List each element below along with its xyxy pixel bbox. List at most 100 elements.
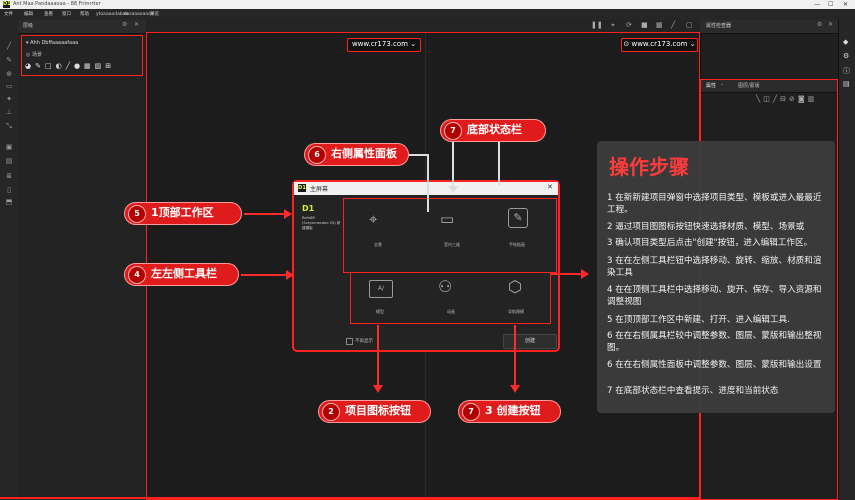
url-text: www.cr173.com <box>631 40 688 48</box>
brush-tool-icon[interactable]: ✦ <box>5 95 13 103</box>
properties-settings-icon[interactable]: ⚙ <box>817 21 822 28</box>
maximize-icon[interactable]: ☐ <box>828 0 833 9</box>
arrow-head <box>581 269 589 279</box>
callout-text: 1顶部工作区 <box>151 206 214 219</box>
callout-number: 2 <box>322 403 340 421</box>
steps-title: 操作步骤 <box>609 155 689 179</box>
properties-title: 属性检查器 <box>706 23 732 29</box>
step-item: 3 在在左侧工具栏钮中选择移动、旋转、缩放、材质和渲染工具 <box>607 256 822 278</box>
right-icon-bar: ◆ ⚙ ⓘ ▤ <box>838 20 855 500</box>
step-item: 7 在底部状态栏中查看提示、进度和当前状态 <box>607 386 779 396</box>
connector-line <box>427 154 429 212</box>
callout-number: 5 <box>128 205 146 223</box>
menu-view[interactable]: 查看 <box>44 9 53 20</box>
properties-close-icon[interactable]: ✕ <box>828 21 833 28</box>
transform-tool-icon[interactable]: ⊕ <box>5 70 13 78</box>
panel-settings-icon[interactable]: ⚙ <box>122 21 127 28</box>
camera-icon[interactable]: ■ <box>641 21 648 29</box>
grid-view-icon[interactable]: ▦ <box>656 21 663 29</box>
image-icon[interactable]: ▨ <box>95 62 106 70</box>
connector-line <box>452 140 454 188</box>
pen-tool-icon[interactable]: ✎ <box>5 56 13 64</box>
close-window-icon[interactable]: ✕ <box>843 0 848 9</box>
arrow-line <box>551 273 583 275</box>
layout-icon[interactable]: ⊞ <box>105 62 115 70</box>
gear-icon[interactable]: ⚙ <box>843 52 849 60</box>
callout-number: 4 <box>128 266 146 284</box>
info-icon[interactable]: ⓘ <box>843 66 850 76</box>
window-title: Ant Maa Pandaaaoaa - 88 Frimrrter <box>13 1 101 7</box>
project-icons-highlight <box>343 198 557 273</box>
callout-number: 7 <box>462 403 480 421</box>
render-tool-icon[interactable]: ▤ <box>5 157 13 165</box>
document-tool-icon[interactable]: ▯ <box>5 186 13 194</box>
arrow-line <box>514 325 516 387</box>
dont-show-checkbox[interactable] <box>346 338 353 345</box>
step-item: 1 在新新建项目弹窗中选择项目类型、模板或进入最最近工程。 <box>607 193 822 215</box>
draw-icon[interactable]: ╱ <box>671 21 675 29</box>
arrow-head <box>286 270 294 280</box>
properties-panel-header: 属性检查器 ⚙ ✕ <box>700 20 838 34</box>
export-tool-icon[interactable]: ⬒ <box>5 198 13 206</box>
dialog-side-logo: D1 <box>302 204 315 213</box>
step-item: 6 在在右侧属性面板中调整参数、图层、蒙版和输出设置 <box>607 360 822 370</box>
cursor-icon[interactable]: ⌖ <box>611 21 615 30</box>
pause-icon[interactable]: ❚❚ <box>591 21 603 29</box>
frame-icon[interactable]: ▢ <box>686 21 693 29</box>
line-icon[interactable]: ╱ <box>66 62 74 70</box>
shape-tools-row: ◕✎□◐╱●▦▨⊞ <box>25 62 115 70</box>
menu-preview[interactable]: 预览 <box>150 9 159 20</box>
grid-icon[interactable]: ▦ <box>84 62 95 70</box>
clipboard-icon[interactable]: ▤ <box>843 80 850 88</box>
menu-edit[interactable]: 编辑 <box>24 9 33 20</box>
scale-tool-icon[interactable]: ⤡ <box>5 122 13 130</box>
callout-text: 3 创建按钮 <box>485 404 541 417</box>
half-circle-icon[interactable]: ◐ <box>56 62 66 70</box>
rotate-icon[interactable]: ⟳ <box>626 21 632 29</box>
menu-help[interactable]: 帮助 <box>80 9 89 20</box>
arrow-head <box>284 209 292 219</box>
connector-line <box>407 154 428 156</box>
callout-number: 6 <box>308 146 326 164</box>
circle-icon[interactable]: ● <box>74 62 84 70</box>
arrow-line <box>244 213 286 215</box>
dialog-titlebar: D1 主屏幕 ✕ <box>294 182 558 195</box>
stamp-tool-icon[interactable]: ⊥ <box>5 108 13 116</box>
menu-file[interactable]: 文件 <box>4 9 13 20</box>
callout-text: 底部状态栏 <box>467 123 522 136</box>
callout-project-icons: 2 项目图标按钮 <box>318 400 431 423</box>
callout-top-workspace: 5 1顶部工作区 <box>124 202 242 225</box>
create-button[interactable]: 创建 <box>503 334 557 349</box>
minimize-icon[interactable]: — <box>814 0 820 9</box>
create-options-highlight <box>350 272 551 324</box>
sphere-icon[interactable]: ◕ <box>25 62 35 70</box>
dialog-title: 主屏幕 <box>310 186 329 193</box>
arrow-line <box>377 325 379 387</box>
material-tool-icon[interactable]: ▣ <box>5 143 13 151</box>
callout-right-panel: 6 右侧属性面板 <box>304 143 409 166</box>
menu-window[interactable]: 窗口 <box>62 9 71 20</box>
dialog-close-icon[interactable]: ✕ <box>547 183 553 191</box>
hierarchy-panel-header: 层级 ⚙ ✕ <box>18 20 146 34</box>
move-tool-icon[interactable]: ╱ <box>5 42 13 50</box>
url-badge-right: ⊙ www.cr173.com ⌄ <box>621 38 698 52</box>
arrow-line <box>241 274 288 276</box>
step-item: 4 在在顶侧工具栏中选择移动、旋开、保存、导入资源和调整视图 <box>607 285 822 307</box>
callout-text: 右侧属性面板 <box>331 147 397 160</box>
pen-icon[interactable]: ✎ <box>35 62 45 70</box>
cube-icon[interactable]: ◆ <box>843 38 848 46</box>
callout-status-bar: 7 底部状态栏 <box>440 119 546 142</box>
step-item: 3 确认项目类型后点击"创建"按钮，进入编辑工作区。 <box>607 238 813 248</box>
frame-tool-icon[interactable]: ▭ <box>5 82 13 90</box>
step-item: 5 在顶顶部工作区中新建、打开、进入编辑工具. <box>607 315 790 325</box>
hierarchy-item-scene[interactable]: ◎ 场景 <box>26 51 42 58</box>
dialog-logo-icon: D1 <box>298 184 306 192</box>
layers-tool-icon[interactable]: ≣ <box>5 172 13 180</box>
dont-show-label: 不再显示 <box>355 339 373 344</box>
panel-close-icon[interactable]: ✕ <box>134 21 139 28</box>
app-logo-icon: D1 <box>3 1 11 8</box>
hierarchy-item-project[interactable]: ▾ Ahh Dbffaaaaafaaa <box>26 40 78 46</box>
hierarchy-item-label: Ahh Dbffaaaaafaaa <box>30 40 79 46</box>
step-item: 2 逼过项目图图标按钮快速选择材质、模型、场景或 <box>607 222 805 232</box>
rect-icon[interactable]: □ <box>45 62 56 70</box>
